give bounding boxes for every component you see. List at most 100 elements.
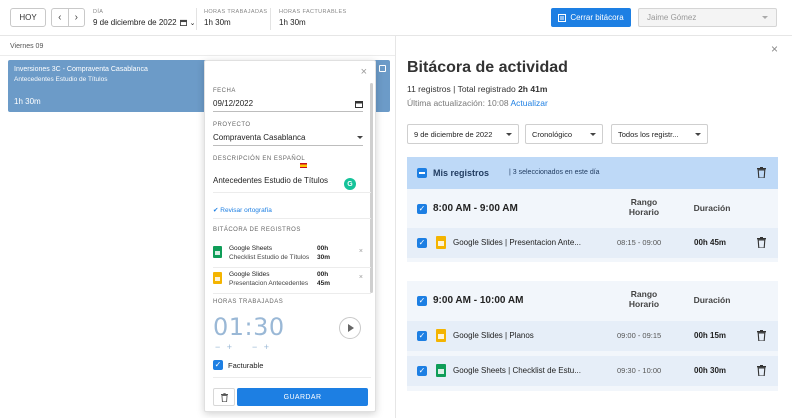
spellcheck-link[interactable]: ✔ Revisar ortografía [213, 206, 272, 214]
table-row[interactable]: ✓ Google Slides | Planos 09:00 - 09:15 0… [407, 321, 778, 351]
order-filter-value: Cronológico [532, 129, 573, 139]
entry-name: Google Slides | Planos [453, 331, 534, 340]
chevron-down-icon [590, 132, 596, 136]
worked-hours-value: 1h 30m [204, 18, 231, 27]
play-button[interactable] [339, 317, 361, 339]
google-slides-icon [436, 236, 446, 249]
date-label: FECHA [213, 88, 236, 94]
date-filter[interactable]: 9 de diciembre de 2022 [407, 124, 519, 144]
log-entry-app: Google Sheets [229, 245, 273, 252]
log-entry-detail: Presentacion Antecedentes [229, 280, 309, 287]
entry-editor: × FECHA 09/12/2022 PROYECTO Compraventa … [204, 60, 376, 412]
calendar-icon[interactable] [355, 100, 363, 108]
remove-icon[interactable]: × [359, 248, 363, 255]
user-select-value: Jaime Gómez [647, 13, 697, 22]
today-button[interactable]: HOY [10, 8, 46, 27]
day-picker[interactable]: DÍA 9 de diciembre de 2022 ⌄ [93, 9, 196, 27]
log-entry: Google Slides Presentacion Antecedentes … [213, 271, 363, 291]
trash-icon[interactable] [757, 330, 766, 341]
billable-label: Facturable [228, 361, 264, 370]
billable-hours-value: 1h 30m [279, 18, 306, 27]
table-row[interactable]: ✓ Google Sheets | Checklist de Estu... 0… [407, 356, 778, 386]
trash-icon[interactable] [757, 237, 766, 248]
entry-range: 09:00 - 09:15 [617, 331, 662, 340]
google-sheets-icon [213, 246, 222, 258]
column-range: Rango Horario [628, 289, 660, 309]
google-slides-icon [436, 329, 446, 342]
log-entry-app: Google Slides [229, 271, 270, 278]
project-value: Compraventa Casablanca [213, 133, 306, 142]
group-checkbox[interactable]: ✓ [417, 296, 427, 306]
divider [0, 55, 395, 56]
entry-range: 09:30 - 10:00 [617, 366, 662, 375]
log-icon [558, 13, 567, 22]
activity-log-panel: × Bitácora de actividad 11 registros | T… [395, 36, 792, 418]
my-records-title: Mis registros [433, 168, 490, 178]
column-range: Rango Horario [628, 197, 660, 217]
row-checkbox[interactable]: ✓ [417, 238, 427, 248]
remove-icon[interactable]: × [359, 274, 363, 281]
log-entry: Google Sheets Checklist Estudio de Títul… [213, 245, 363, 265]
hours-stepper[interactable]: − + [215, 342, 234, 352]
billable-checkbox[interactable]: ✓ [213, 360, 223, 370]
trash-icon[interactable] [757, 365, 766, 376]
close-log-button[interactable]: Cerrar bitácora [551, 8, 631, 27]
refresh-link[interactable]: Actualizar [511, 98, 548, 108]
billable-hours-label: HORAS FACTURABLES [279, 9, 347, 15]
chevron-right-icon[interactable]: › [67, 9, 85, 26]
expand-icon[interactable] [379, 65, 386, 72]
google-slides-icon [213, 272, 222, 284]
worked-hours: HORAS TRABAJADAS 1h 30m [204, 9, 267, 27]
trash-icon[interactable] [757, 167, 766, 178]
project-select[interactable]: Compraventa Casablanca [213, 130, 363, 146]
date-field[interactable]: 09/12/2022 [213, 96, 363, 112]
chevron-down-icon [357, 136, 363, 139]
grammarly-icon[interactable]: G [344, 178, 356, 190]
date-nav: ‹ › [51, 8, 85, 27]
top-bar: HOY ‹ › DÍA 9 de diciembre de 2022 ⌄ HOR… [0, 0, 792, 36]
calendar-icon [179, 19, 187, 26]
minutes-stepper[interactable]: − + [252, 342, 271, 352]
chevron-down-icon [506, 132, 512, 136]
user-select[interactable]: Jaime Gómez [638, 8, 777, 27]
divider [196, 8, 197, 30]
group-checkbox[interactable]: ✓ [417, 204, 427, 214]
order-filter[interactable]: Cronológico [525, 124, 603, 144]
save-button[interactable]: GUARDAR [237, 388, 368, 406]
close-icon[interactable]: × [361, 66, 367, 78]
scrollbar[interactable] [370, 83, 373, 293]
deselect-all-checkbox[interactable] [417, 168, 427, 178]
chevron-down-icon [695, 132, 701, 136]
panel-title: Bitácora de actividad [407, 59, 568, 76]
entry-name: Google Sheets | Checklist de Estu... [453, 366, 581, 375]
billable-hours: HORAS FACTURABLES 1h 30m [279, 9, 347, 27]
table-row[interactable]: ✓ Google Slides | Presentacion Ante... 0… [407, 228, 778, 258]
divider [213, 218, 371, 219]
hours-worked-label: HORAS TRABAJADAS [213, 299, 284, 305]
group-header: ✓ 9:00 AM - 10:00 AM Rango Horario Durac… [407, 289, 778, 315]
row-checkbox[interactable]: ✓ [417, 331, 427, 341]
project-label: PROYECTO [213, 122, 251, 128]
log-entry-minutes: 30m [317, 254, 331, 261]
chevron-left-icon[interactable]: ‹ [52, 9, 68, 26]
log-label: BITÁCORA DE REGISTROS [213, 227, 301, 233]
my-records-bar: Mis registros | 3 seleccionados en este … [407, 157, 778, 189]
records-filter[interactable]: Todos los registr... [611, 124, 708, 144]
divider [213, 192, 371, 193]
entry-duration: 00h 15m [694, 331, 727, 340]
group-header: ✓ 8:00 AM - 9:00 AM Rango Horario Duraci… [407, 197, 778, 223]
panel-stats: 11 registros | Total registrado 2h 41m [407, 84, 548, 94]
log-entry-minutes: 45m [317, 280, 331, 287]
date-value: 09/12/2022 [213, 99, 254, 108]
entry-duration: 00h 45m [694, 238, 727, 247]
timer-display[interactable]: 01:30 [213, 313, 285, 341]
description-label: DESCRIPCIÓN EN ESPAÑOL [213, 156, 306, 162]
close-icon[interactable]: × [771, 42, 778, 56]
entry-name: Google Slides | Presentacion Ante... [453, 238, 581, 247]
delete-button[interactable] [213, 388, 235, 406]
description-input[interactable]: Antecedentes Estudio de Títulos [213, 176, 328, 185]
row-checkbox[interactable]: ✓ [417, 366, 427, 376]
group-range: 8:00 AM - 9:00 AM [433, 203, 518, 214]
column-duration: Duración [693, 203, 731, 213]
divider [213, 267, 371, 268]
